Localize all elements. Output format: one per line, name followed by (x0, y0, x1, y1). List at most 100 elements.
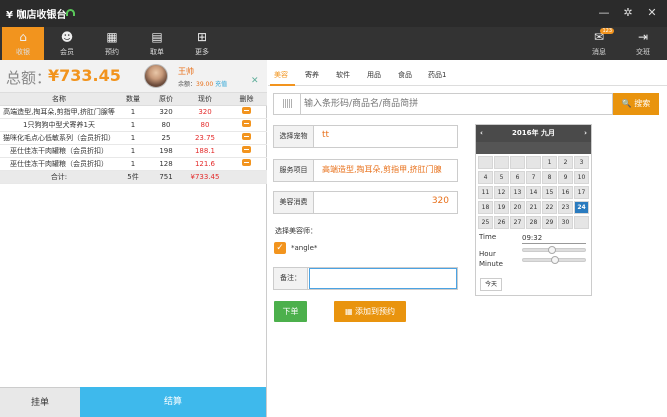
tab-supplies[interactable]: 用品 (367, 70, 381, 80)
beautician-name[interactable]: *angle* (291, 244, 317, 252)
member-name[interactable]: 王帅 (178, 66, 194, 77)
calendar-day[interactable]: 3 (574, 156, 589, 169)
tab-food[interactable]: 食品 (398, 70, 412, 80)
calendar-day (574, 216, 589, 229)
delete-icon[interactable] (242, 146, 251, 153)
calendar-day[interactable]: 23 (558, 201, 573, 214)
beautician-checkbox[interactable]: ✓ (274, 242, 286, 254)
tab-medicine[interactable]: 药品1 (428, 70, 446, 80)
toolbar-shift[interactable]: ⇥ 交班 (622, 27, 664, 60)
item-delete[interactable] (226, 118, 267, 132)
service-field[interactable]: 服务项目 高端造型,掏耳朵,剪指甲,挤肛门腺 (273, 159, 458, 182)
calendar-day[interactable]: 29 (542, 216, 557, 229)
item-qty[interactable]: 1 (118, 118, 148, 132)
note-input[interactable] (309, 268, 457, 289)
calendar-day[interactable]: 7 (526, 171, 541, 184)
item-price[interactable]: 80 (184, 118, 226, 132)
wifi-icon (66, 9, 75, 16)
prev-month-icon[interactable]: ‹ (480, 125, 483, 142)
fee-field[interactable]: 美容消费 320 (273, 191, 458, 214)
place-order-button[interactable]: 下单 (274, 301, 307, 322)
calendar-day[interactable]: 5 (494, 171, 509, 184)
calendar-day[interactable]: 24 (574, 201, 589, 214)
remove-member-icon[interactable]: ✕ (251, 76, 259, 86)
tab-software[interactable]: 软件 (336, 70, 350, 80)
search-bar: ||||| (273, 93, 613, 115)
fee-value[interactable]: 320 (432, 196, 449, 206)
calendar-icon: ▦ (344, 307, 353, 316)
recharge-link[interactable]: 充值 (215, 81, 227, 88)
table-row[interactable]: 猫咪化毛点心低敏系列（会员折扣） 1 25 23.75 (0, 131, 267, 145)
item-delete[interactable] (226, 105, 267, 119)
calendar-day[interactable]: 6 (510, 171, 525, 184)
item-price[interactable]: 188.1 (184, 144, 226, 158)
calendar-day[interactable]: 15 (542, 186, 557, 199)
item-qty[interactable]: 1 (118, 131, 148, 145)
toolbar-members[interactable]: ☻ 会员 (46, 27, 88, 60)
calendar-day[interactable]: 30 (558, 216, 573, 229)
item-delete[interactable] (226, 157, 267, 171)
calendar-day[interactable]: 28 (526, 216, 541, 229)
delete-icon[interactable] (242, 120, 251, 127)
calendar-day[interactable]: 9 (558, 171, 573, 184)
today-button[interactable]: 今天 (480, 278, 502, 291)
toolbar-messages[interactable]: ✉ 123 消息 (578, 27, 620, 60)
calendar-day[interactable]: 11 (478, 186, 493, 199)
calendar-day[interactable]: 27 (510, 216, 525, 229)
next-month-icon[interactable]: › (584, 125, 587, 142)
calendar-day[interactable]: 8 (542, 171, 557, 184)
calendar-day[interactable]: 22 (542, 201, 557, 214)
add-reservation-button[interactable]: ▦ 添加到预约 (334, 301, 406, 322)
tab-beauty[interactable]: 美容 (274, 70, 288, 80)
table-row[interactable]: 1只狗狗中型犬寄养1天 1 80 80 (0, 118, 267, 132)
minute-slider[interactable] (522, 256, 586, 264)
hold-order-button[interactable]: 挂单 (0, 387, 80, 417)
calendar-day[interactable]: 10 (574, 171, 589, 184)
calendar-day[interactable]: 17 (574, 186, 589, 199)
calendar-day[interactable]: 1 (542, 156, 557, 169)
time-value: 09:32 (522, 234, 543, 242)
calendar-day[interactable]: 25 (478, 216, 493, 229)
delete-icon[interactable] (242, 159, 251, 166)
table-row[interactable]: 高端造型,掏耳朵,剪指甲,挤肛门腺等 1 320 320 (0, 105, 267, 119)
settings-icon[interactable]: ✲ (621, 6, 635, 19)
tab-boarding[interactable]: 寄养 (305, 70, 319, 80)
calendar-day[interactable]: 16 (558, 186, 573, 199)
item-price[interactable]: 23.75 (184, 131, 226, 145)
checkout-button[interactable]: 结算 (80, 387, 266, 417)
calendar-day[interactable]: 4 (478, 171, 493, 184)
hour-slider[interactable] (522, 246, 586, 254)
calendar-day[interactable]: 18 (478, 201, 493, 214)
toolbar-more[interactable]: ⊞ 更多 (181, 27, 223, 60)
calendar-day[interactable]: 19 (494, 201, 509, 214)
close-icon[interactable]: ✕ (645, 6, 659, 19)
hour-slider-handle[interactable] (548, 246, 556, 254)
item-delete[interactable] (226, 144, 267, 158)
item-qty[interactable]: 1 (118, 144, 148, 158)
toolbar-reservation[interactable]: ▦ 预约 (91, 27, 133, 60)
minimize-icon[interactable]: — (597, 6, 611, 19)
table-row[interactable]: 巫仕佳冻干肉罐粮（会员折扣） 1 128 121.6 (0, 157, 267, 171)
item-price[interactable]: 320 (184, 105, 226, 119)
minute-slider-handle[interactable] (551, 256, 559, 264)
item-qty[interactable]: 1 (118, 157, 148, 171)
delete-icon[interactable] (242, 133, 251, 140)
search-button[interactable]: 🔍 搜索 (613, 93, 659, 115)
calendar-day[interactable]: 21 (526, 201, 541, 214)
table-row[interactable]: 巫仕佳冻干肉罐粮（会员折扣） 1 198 188.1 (0, 144, 267, 158)
calendar-day[interactable]: 20 (510, 201, 525, 214)
calendar-day[interactable]: 12 (494, 186, 509, 199)
item-qty[interactable]: 1 (118, 105, 148, 119)
toolbar-pickup[interactable]: ▤ 取单 (136, 27, 178, 60)
calendar-day[interactable]: 2 (558, 156, 573, 169)
search-input[interactable] (304, 96, 604, 112)
toolbar-cashier[interactable]: ⌂ 收银 (2, 27, 44, 60)
item-delete[interactable] (226, 131, 267, 145)
item-price[interactable]: 121.6 (184, 157, 226, 171)
pet-field[interactable]: 选择宠物 tt (273, 125, 458, 148)
calendar-day[interactable]: 14 (526, 186, 541, 199)
calendar-day[interactable]: 13 (510, 186, 525, 199)
delete-icon[interactable] (242, 107, 251, 114)
avatar[interactable] (144, 64, 168, 88)
calendar-day[interactable]: 26 (494, 216, 509, 229)
